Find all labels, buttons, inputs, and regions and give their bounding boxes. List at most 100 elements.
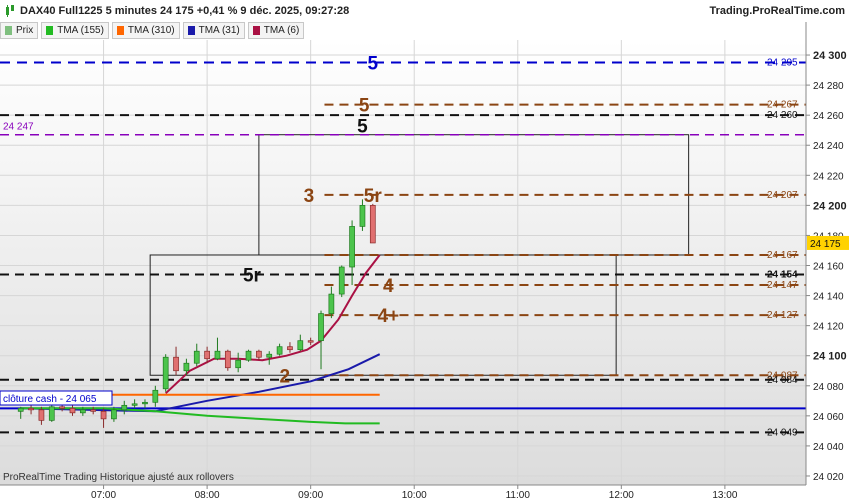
level-marker: 4+: [377, 306, 399, 327]
y-tick-label: 24 140: [813, 292, 844, 303]
level-label: 24 260: [767, 110, 798, 121]
candle-body: [121, 404, 128, 411]
legend-swatch: [187, 26, 195, 35]
legend-item[interactable]: Prix: [0, 22, 39, 39]
indicator-legend: Prix TMA (155) TMA (310) TMA (31) TMA (6): [0, 22, 307, 39]
candle-body: [328, 293, 335, 314]
candle-body: [48, 406, 55, 421]
y-tick-label: 24 020: [813, 472, 844, 483]
candle-body: [131, 403, 138, 406]
candle-body: [235, 359, 242, 369]
level-label: 24 295: [767, 58, 798, 69]
chart-type-icon[interactable]: [5, 5, 15, 17]
candle-body: [142, 401, 148, 405]
candle-body: [152, 389, 159, 403]
level-marker: 5: [368, 54, 379, 75]
svg-text:clôture cash - 24 065: clôture cash - 24 065: [3, 394, 97, 405]
legend-label: Prix: [16, 25, 34, 36]
level-marker: 4: [383, 276, 394, 297]
candle-body: [204, 350, 210, 360]
candle-body: [224, 350, 231, 369]
y-tick-label: 24 160: [813, 262, 844, 273]
candle-body: [162, 356, 169, 390]
legend-label: TMA (310): [127, 25, 175, 36]
level-label: 24 207: [767, 190, 798, 201]
level-marker: 5: [359, 96, 370, 117]
x-tick-label: 10:00: [402, 490, 427, 500]
brand-label: Trading.ProRealTime.com: [709, 5, 845, 17]
y-tick-label: 24 040: [813, 442, 844, 453]
plot-background: [0, 40, 806, 485]
candle-body: [173, 356, 179, 372]
candle-body: [59, 406, 65, 409]
candle-body: [111, 409, 117, 420]
x-tick-label: 08:00: [195, 490, 220, 500]
x-tick-label: 12:00: [609, 490, 634, 500]
legend-swatch: [5, 26, 12, 35]
legend-label: TMA (31): [198, 25, 240, 36]
level-label: 24 084: [767, 375, 798, 386]
candle-body: [318, 313, 324, 342]
level-label: 24 247: [3, 122, 34, 133]
y-tick-label: 24 100: [813, 351, 847, 363]
candle-body: [214, 350, 221, 360]
y-tick-label: 24 060: [813, 412, 844, 423]
candle-body: [307, 340, 314, 343]
legend-item[interactable]: TMA (6): [247, 22, 305, 39]
candle-body: [297, 340, 304, 351]
candle-body: [359, 205, 366, 227]
candle-body: [245, 350, 252, 361]
level-label: 24 167: [767, 250, 798, 261]
candle-body: [183, 362, 190, 372]
level-label: 24 049: [767, 427, 798, 438]
level-marker: 2: [279, 366, 290, 387]
candle-body: [266, 353, 273, 358]
chart-title: DAX40 Full1225 5 minutes 24 175 +0,41 % …: [20, 5, 350, 17]
candle-body: [369, 205, 376, 244]
candle-body: [338, 266, 345, 295]
y-tick-label: 24 120: [813, 322, 844, 333]
level-marker: 5r: [364, 186, 383, 207]
current-price-label: 24 175: [810, 239, 841, 250]
candle-body: [38, 409, 45, 421]
x-tick-label: 09:00: [298, 490, 323, 500]
chart-header: DAX40 Full1225 5 minutes 24 175 +0,41 % …: [0, 0, 850, 22]
candle-body: [100, 410, 107, 420]
candle-body: [276, 346, 283, 355]
y-tick-label: 24 080: [813, 382, 844, 393]
footer-note: ProRealTime Trading Historique ajusté au…: [3, 472, 234, 483]
y-tick-label: 24 300: [813, 50, 847, 62]
candle-body: [349, 226, 355, 268]
close-cash-label: clôture cash - 24 065: [0, 390, 113, 406]
candle-body: [17, 407, 24, 412]
legend-item[interactable]: TMA (155): [41, 22, 109, 39]
legend-item[interactable]: TMA (310): [111, 22, 180, 39]
legend-swatch: [46, 26, 54, 35]
y-tick-label: 24 280: [813, 81, 844, 92]
y-tick-label: 24 220: [813, 171, 844, 182]
candle-body: [28, 407, 34, 411]
x-tick-label: 13:00: [712, 490, 737, 500]
level-label: 24 127: [767, 310, 798, 321]
legend-swatch: [252, 26, 260, 35]
y-tick-label: 24 240: [813, 141, 844, 152]
y-tick-label: 24 260: [813, 111, 844, 122]
legend-item[interactable]: TMA (31): [182, 22, 245, 39]
candle-body: [69, 407, 76, 414]
candle-body: [193, 350, 200, 364]
level-marker: 5: [357, 117, 368, 138]
level-marker: 5r: [243, 266, 262, 287]
candle-body: [79, 409, 86, 414]
level-label: 24 147: [767, 280, 798, 291]
candle-body: [90, 409, 97, 412]
price-chart[interactable]: 5553 5r5r44+2 24 29524 26724 26024 24724 …: [0, 0, 850, 500]
level-label: 24 267: [767, 100, 798, 111]
legend-label: TMA (155): [57, 25, 104, 36]
level-marker: 3: [304, 186, 315, 207]
y-tick-label: 24 200: [813, 200, 847, 212]
legend-swatch: [116, 26, 124, 35]
x-tick-label: 11:00: [506, 490, 531, 500]
candle-body: [256, 350, 262, 358]
legend-label: TMA (6): [263, 25, 300, 36]
x-tick-label: 07:00: [91, 490, 116, 500]
